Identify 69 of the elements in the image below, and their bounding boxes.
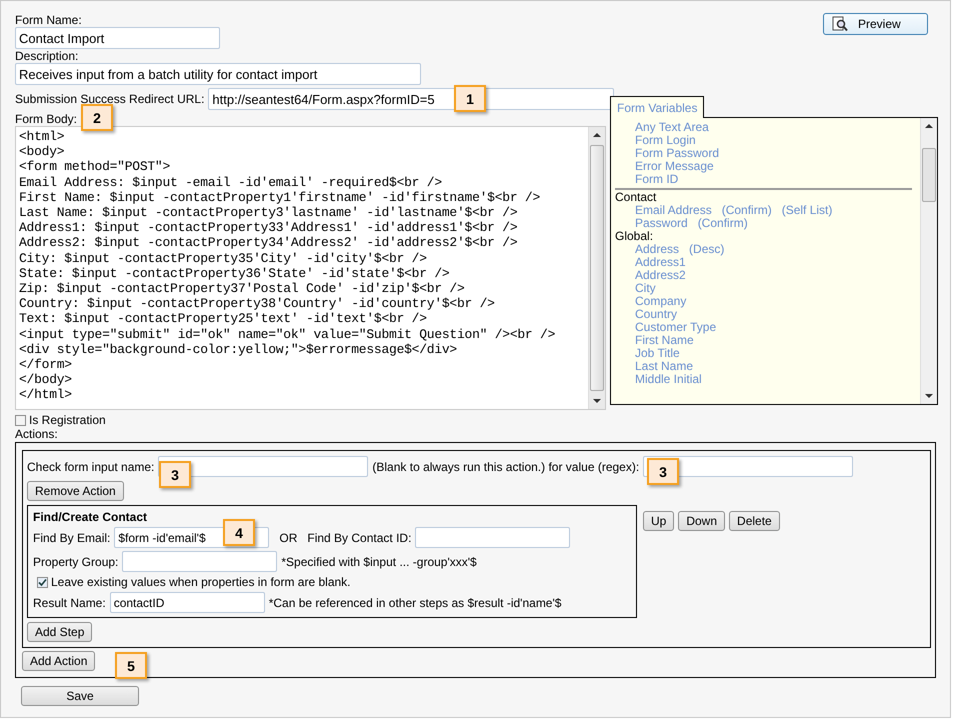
callout-tooltip: 4	[223, 519, 255, 546]
add-action-button[interactable]: Add Action	[22, 651, 96, 671]
description-label: Description:	[15, 49, 78, 63]
variable-link[interactable]: Form ID	[635, 173, 678, 186]
magnifier-icon	[832, 16, 848, 32]
leave-values-checkbox[interactable]	[37, 576, 48, 588]
scroll-down-icon	[925, 392, 933, 400]
variable-link[interactable]: Error Message	[635, 160, 714, 173]
variable-link[interactable]: Address1	[635, 256, 686, 269]
callout-tooltip: 3	[647, 458, 679, 485]
variable-group-heading: Global:	[615, 230, 654, 243]
remove-action-button[interactable]: Remove Action	[27, 481, 124, 501]
variable-link[interactable]: City	[635, 282, 656, 295]
result-name-field[interactable]: contactID	[110, 592, 265, 613]
property-group-hint: *Specified with $input ... -group'xxx'$	[281, 554, 477, 568]
registration-checkbox[interactable]	[15, 414, 26, 426]
variable-link[interactable]: Address2	[635, 269, 686, 282]
variable-link[interactable]: (Desc)	[689, 243, 724, 256]
scroll-down-icon	[593, 397, 601, 405]
contact-id-label: Find By Contact ID:	[307, 530, 412, 544]
callout-tooltip: 1	[454, 85, 486, 112]
form-name-field[interactable]: Contact Import	[15, 27, 220, 49]
scroll-up-icon	[593, 131, 601, 139]
step-button[interactable]: Up	[643, 511, 674, 531]
scroll-up-icon	[925, 122, 933, 130]
variable-link[interactable]: (Confirm)	[722, 204, 772, 217]
variable-link[interactable]: Address	[635, 243, 680, 256]
save-button[interactable]: Save	[21, 686, 139, 706]
description-field[interactable]: Receives input from a batch utility for contact import	[15, 63, 421, 85]
variable-link[interactable]: Form Login	[635, 134, 696, 147]
step-title: Find/Create Contact	[33, 510, 148, 524]
variable-link[interactable]: Company	[635, 295, 686, 308]
variable-link[interactable]: Customer Type	[635, 321, 716, 334]
variable-group-heading: Contact	[615, 191, 658, 204]
variable-link[interactable]: Password	[635, 217, 688, 230]
preview-button[interactable]: Preview	[823, 13, 928, 35]
find-by-email-label: Find By Email:	[33, 530, 110, 544]
redirect-url-label: Submission Success Redirect URL:	[15, 92, 204, 106]
check-input-label: Check form input name:	[27, 460, 154, 474]
callout-tooltip: 2	[81, 104, 113, 131]
variable-link[interactable]: Form Password	[635, 147, 720, 160]
form-variables-tab[interactable]: Form Variables	[610, 96, 704, 118]
add-step-button[interactable]: Add Step	[27, 622, 92, 642]
or-label: OR	[279, 530, 298, 544]
variable-link[interactable]: (Confirm)	[698, 217, 748, 230]
property-group-label: Property Group:	[33, 554, 118, 568]
variable-link[interactable]: Country	[635, 308, 678, 321]
variable-link[interactable]: First Name	[635, 334, 694, 347]
variable-link[interactable]: Last Name	[635, 360, 694, 373]
form-name-label: Form Name:	[15, 13, 82, 27]
leave-values-label: Leave existing values when properties in form are blank.	[51, 575, 350, 589]
form-body-label: Form Body:	[15, 112, 78, 126]
contact-id-field[interactable]	[415, 527, 570, 548]
actions-label: Actions:	[15, 427, 58, 441]
variable-link[interactable]: (Self List)	[782, 204, 832, 217]
variable-link[interactable]: Email Address	[635, 204, 712, 217]
property-group-field[interactable]	[122, 551, 278, 572]
check-input-hint: (Blank to always run this action.) for value (regex):	[372, 460, 640, 474]
step-button[interactable]: Down	[678, 511, 726, 531]
callout-tooltip: 3	[159, 461, 191, 488]
variable-link[interactable]: Job Title	[635, 347, 680, 360]
callout-tooltip: 5	[115, 652, 147, 679]
registration-label: Is Registration	[29, 413, 106, 427]
form-body-editor[interactable]: <html> <body> <form method="POST"> Email Address: $input -email -id'email' -required$<br /> First Name: $input -contactProperty1'firstname' -id'firstname'$<br /> Last Name: $input -contactProperty3'lastname' -id'lastname'$<br /> Address1: $input -contactProperty33'Address1' -id'address1'$<br /> Address2: $input -contactProperty34'Address2' -id'address2'$<br /> City: $input -contactProperty35'City' -id'city'$<br /> State: $input -contactProperty36'State' -id'state'$<br /> Zip: $input -contactProperty37'Postal Code' -id'zip'$<br /> Country: $input -contactProperty38'Country' -id'country'$<br /> Text: $input -contactProperty25'text' -id'text'$<br /> <input type="submit" id="ok" name="ok" value="Submit Question" /><br /> <div style="background-color:yellow;">$errormessage$</div> </form> </body> </html>	[15, 126, 606, 410]
result-name-label: Result Name:	[33, 596, 106, 610]
variable-link[interactable]: Middle Initial	[635, 373, 702, 386]
step-button[interactable]: Delete	[729, 511, 780, 531]
variable-link[interactable]: Any Text Area	[635, 121, 709, 134]
result-name-hint: *Can be referenced in other steps as $result -id'name'$	[268, 596, 562, 610]
